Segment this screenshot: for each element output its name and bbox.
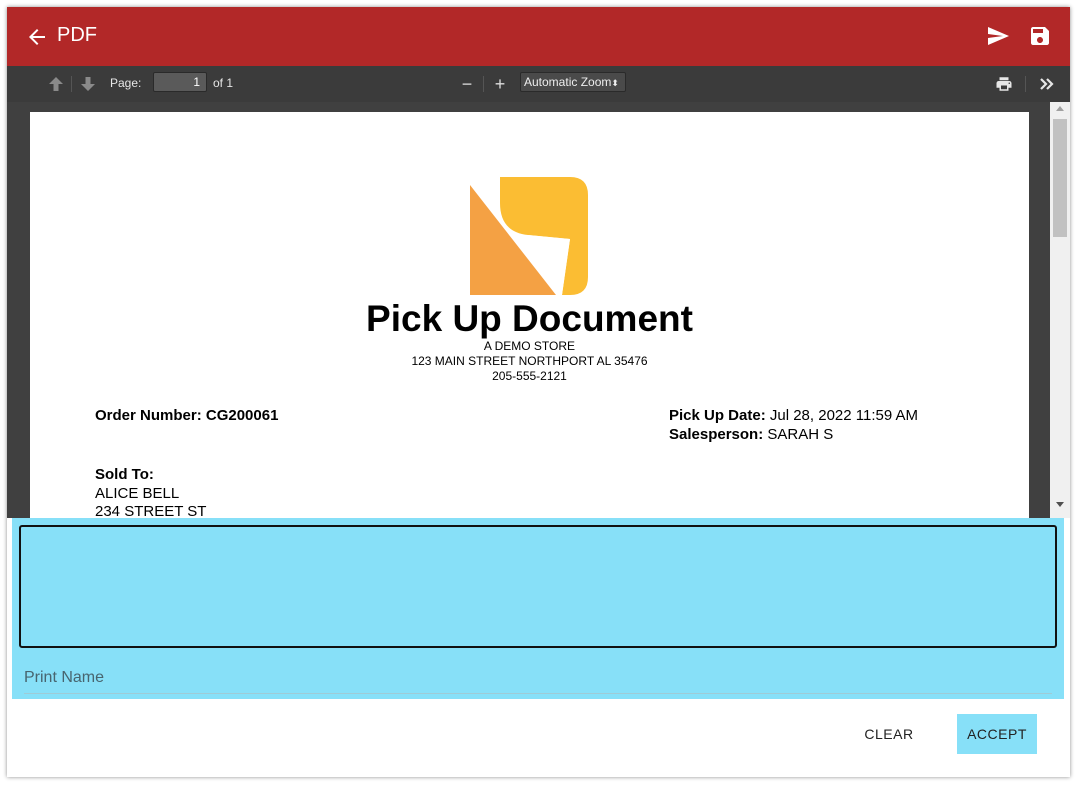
zoom-select-value: Automatic Zoom [524, 75, 612, 89]
sold-to-label: Sold To: [95, 466, 154, 483]
pickup-date-row: Pick Up Date: Jul 28, 2022 11:59 AM [669, 407, 918, 424]
double-chevron-right-icon[interactable] [1037, 74, 1057, 94]
pickup-date-value: Jul 28, 2022 11:59 AM [769, 407, 919, 424]
page-number-input[interactable]: 1 [153, 72, 207, 92]
floppy-disk-icon[interactable] [1028, 24, 1052, 48]
pdf-toolbar: Page: 1 of 1 − + Automatic Zoom⬍ [7, 66, 1070, 103]
pdf-page: Pick Up Document A DEMO STORE 123 MAIN S… [30, 112, 1029, 518]
salesperson-row: Salesperson: SARAH S [669, 426, 833, 443]
store-address: 123 MAIN STREET NORTHPORT AL 35476 [411, 354, 648, 368]
send-icon[interactable] [985, 24, 1011, 48]
scroll-down-arrow-icon[interactable] [1056, 502, 1064, 507]
page-count: of 1 [213, 76, 234, 90]
store-logo [470, 177, 588, 295]
zoom-select[interactable]: Automatic Zoom⬍ [520, 72, 626, 92]
customer-name: ALICE BELL [95, 485, 180, 502]
order-number-label: Order Number: [95, 407, 206, 424]
select-arrows-icon: ⬍ [611, 78, 619, 88]
page-title: PDF [57, 24, 97, 46]
order-number-value: CG200061 [205, 407, 279, 424]
arrow-up-icon[interactable] [47, 75, 65, 93]
customer-address: 234 STREET ST [95, 503, 207, 518]
document-title: Pick Up Document [366, 298, 693, 339]
scroll-up-arrow-icon[interactable] [1056, 106, 1064, 111]
toolbar-divider [483, 76, 484, 92]
clear-button[interactable]: CLEAR [852, 714, 926, 754]
zoom-out-button[interactable]: − [459, 73, 475, 95]
viewer-scrollbar[interactable] [1050, 102, 1070, 518]
arrow-left-icon[interactable] [25, 25, 49, 49]
page-label: Page: [110, 76, 142, 90]
pdf-signature-dialog: PDF Page: 1 of 1 − + Automatic Zoom⬍ Pic… [7, 7, 1070, 777]
print-icon[interactable] [994, 75, 1014, 93]
signature-pad[interactable] [19, 525, 1057, 648]
store-phone: 205-555-2121 [492, 369, 567, 383]
print-name-underline [24, 693, 1052, 694]
scrollbar-thumb[interactable] [1053, 119, 1067, 237]
accept-button[interactable]: ACCEPT [957, 714, 1037, 754]
salesperson-value: SARAH S [767, 426, 834, 443]
zoom-in-button[interactable]: + [492, 73, 508, 95]
pdf-viewer[interactable]: Pick Up Document A DEMO STORE 123 MAIN S… [7, 102, 1070, 518]
print-name-input[interactable]: Print Name [24, 669, 104, 687]
signature-panel: Print Name [12, 518, 1064, 699]
order-number-row: Order Number: CG200061 [95, 407, 278, 424]
store-name: A DEMO STORE [483, 339, 576, 353]
pickup-date-label: Pick Up Date: [669, 407, 770, 424]
app-bar: PDF [7, 7, 1070, 66]
salesperson-label: Salesperson: [669, 426, 768, 443]
arrow-down-icon[interactable] [79, 75, 97, 93]
toolbar-divider [1025, 76, 1026, 92]
toolbar-divider [71, 76, 72, 92]
